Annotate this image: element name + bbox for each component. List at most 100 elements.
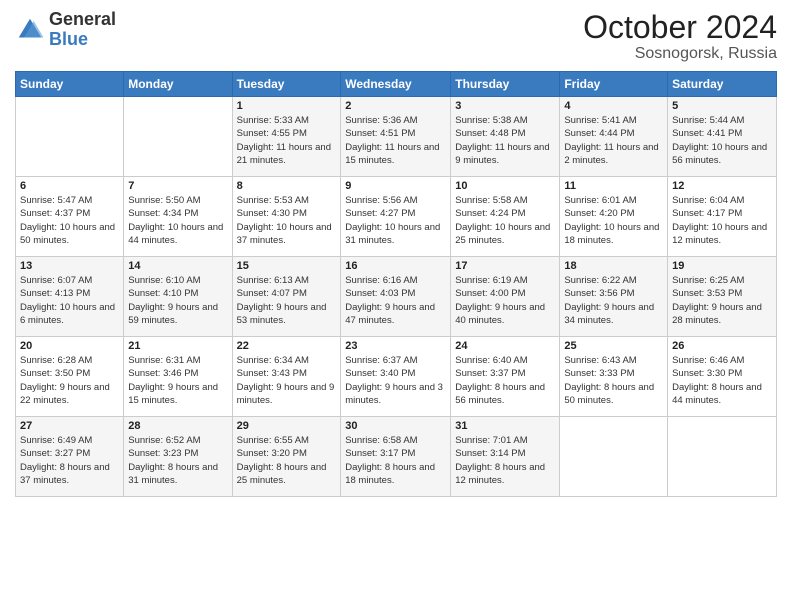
day-cell: 17Sunrise: 6:19 AM Sunset: 4:00 PM Dayli…	[451, 257, 560, 337]
day-number: 16	[345, 260, 446, 272]
header: General Blue October 2024 Sosnogorsk, Ru…	[15, 10, 777, 63]
day-cell: 28 Sunrise: 6:52 AM Sunset: 3:23 PM Dayli…	[124, 417, 232, 497]
week-row-0: 1Sunrise: 5:33 AM Sunset: 4:55 PM Daylig…	[16, 97, 777, 177]
logo: General Blue	[15, 10, 116, 50]
day-number: 15	[237, 260, 337, 272]
week-row-3: 20 Sunrise: 6:28 AM Sunset: 3:50 PM Dayli…	[16, 337, 777, 417]
day-info: Sunrise: 6:16 AM Sunset: 4:03 PM Dayligh…	[345, 274, 446, 327]
day-cell: 11 Sunrise: 6:01 AM Sunset: 4:20 PM Dayli…	[560, 177, 668, 257]
day-cell	[560, 417, 668, 497]
day-info: Sunrise: 6:10 AM Sunset: 4:10 PM Dayligh…	[128, 274, 227, 327]
day-number: 21	[128, 340, 227, 352]
month-title: October 2024	[583, 10, 777, 45]
day-info: Sunrise: 6:58 AM Sunset: 3:17 PM Dayligh…	[345, 434, 446, 487]
day-cell: 3 Sunrise: 5:38 AM Sunset: 4:48 PM Daylig…	[451, 97, 560, 177]
day-info: Sunrise: 6:43 AM Sunset: 3:33 PM Dayligh…	[564, 354, 663, 407]
day-cell	[16, 97, 124, 177]
day-number: 11	[564, 180, 663, 192]
day-cell: 4 Sunrise: 5:41 AM Sunset: 4:44 PM Daylig…	[560, 97, 668, 177]
day-number: 26	[672, 340, 772, 352]
day-cell	[124, 97, 232, 177]
day-number: 29	[237, 420, 337, 432]
day-number: 20	[20, 340, 119, 352]
header-wednesday: Wednesday	[341, 72, 451, 97]
day-cell: 16 Sunrise: 6:16 AM Sunset: 4:03 PM Dayli…	[341, 257, 451, 337]
day-cell: 27Sunrise: 6:49 AM Sunset: 3:27 PM Dayli…	[16, 417, 124, 497]
day-cell: 31 Sunrise: 7:01 AM Sunset: 3:14 PM Dayli…	[451, 417, 560, 497]
day-cell	[668, 417, 777, 497]
day-cell: 2 Sunrise: 5:36 AM Sunset: 4:51 PM Daylig…	[341, 97, 451, 177]
day-number: 4	[564, 100, 663, 112]
day-cell: 25 Sunrise: 6:43 AM Sunset: 3:33 PM Dayli…	[560, 337, 668, 417]
day-info: Sunrise: 5:56 AM Sunset: 4:27 PM Dayligh…	[345, 194, 446, 247]
day-cell: 23Sunrise: 6:37 AM Sunset: 3:40 PM Dayli…	[341, 337, 451, 417]
header-saturday: Saturday	[668, 72, 777, 97]
day-info: Sunrise: 6:37 AM Sunset: 3:40 PM Dayligh…	[345, 354, 446, 407]
day-info: Sunrise: 5:47 AM Sunset: 4:37 PM Dayligh…	[20, 194, 119, 247]
day-cell: 21 Sunrise: 6:31 AM Sunset: 3:46 PM Dayli…	[124, 337, 232, 417]
day-cell: 5 Sunrise: 5:44 AM Sunset: 4:41 PM Daylig…	[668, 97, 777, 177]
day-info: Sunrise: 6:04 AM Sunset: 4:17 PM Dayligh…	[672, 194, 772, 247]
day-info: Sunrise: 6:13 AM Sunset: 4:07 PM Dayligh…	[237, 274, 337, 327]
day-cell: 14 Sunrise: 6:10 AM Sunset: 4:10 PM Dayli…	[124, 257, 232, 337]
day-info: Sunrise: 6:31 AM Sunset: 3:46 PM Dayligh…	[128, 354, 227, 407]
logo-icon	[15, 15, 45, 45]
day-info: Sunrise: 6:55 AM Sunset: 3:20 PM Dayligh…	[237, 434, 337, 487]
day-info: Sunrise: 6:28 AM Sunset: 3:50 PM Dayligh…	[20, 354, 119, 407]
day-number: 12	[672, 180, 772, 192]
day-number: 7	[128, 180, 227, 192]
day-info: Sunrise: 5:41 AM Sunset: 4:44 PM Dayligh…	[564, 114, 663, 167]
day-number: 17	[455, 260, 555, 272]
day-number: 1	[237, 100, 337, 112]
title-block: October 2024 Sosnogorsk, Russia	[583, 10, 777, 63]
day-number: 30	[345, 420, 446, 432]
week-row-4: 27Sunrise: 6:49 AM Sunset: 3:27 PM Dayli…	[16, 417, 777, 497]
day-info: Sunrise: 6:01 AM Sunset: 4:20 PM Dayligh…	[564, 194, 663, 247]
day-number: 24	[455, 340, 555, 352]
day-info: Sunrise: 5:44 AM Sunset: 4:41 PM Dayligh…	[672, 114, 772, 167]
day-info: Sunrise: 6:52 AM Sunset: 3:23 PM Dayligh…	[128, 434, 227, 487]
header-thursday: Thursday	[451, 72, 560, 97]
day-number: 28	[128, 420, 227, 432]
day-info: Sunrise: 6:46 AM Sunset: 3:30 PM Dayligh…	[672, 354, 772, 407]
header-sunday: Sunday	[16, 72, 124, 97]
logo-general: General	[49, 9, 116, 29]
header-friday: Friday	[560, 72, 668, 97]
day-cell: 8Sunrise: 5:53 AM Sunset: 4:30 PM Daylig…	[232, 177, 341, 257]
day-cell: 6 Sunrise: 5:47 AM Sunset: 4:37 PM Daylig…	[16, 177, 124, 257]
day-number: 14	[128, 260, 227, 272]
day-info: Sunrise: 5:58 AM Sunset: 4:24 PM Dayligh…	[455, 194, 555, 247]
day-number: 27	[20, 420, 119, 432]
day-info: Sunrise: 5:36 AM Sunset: 4:51 PM Dayligh…	[345, 114, 446, 167]
day-number: 9	[345, 180, 446, 192]
week-row-2: 13 Sunrise: 6:07 AM Sunset: 4:13 PM Dayli…	[16, 257, 777, 337]
day-info: Sunrise: 7:01 AM Sunset: 3:14 PM Dayligh…	[455, 434, 555, 487]
page: General Blue October 2024 Sosnogorsk, Ru…	[0, 0, 792, 612]
day-number: 25	[564, 340, 663, 352]
week-row-1: 6 Sunrise: 5:47 AM Sunset: 4:37 PM Daylig…	[16, 177, 777, 257]
day-cell: 13 Sunrise: 6:07 AM Sunset: 4:13 PM Dayli…	[16, 257, 124, 337]
header-tuesday: Tuesday	[232, 72, 341, 97]
day-cell: 9 Sunrise: 5:56 AM Sunset: 4:27 PM Daylig…	[341, 177, 451, 257]
calendar-header-row: SundayMondayTuesdayWednesdayThursdayFrid…	[16, 72, 777, 97]
logo-blue: Blue	[49, 29, 88, 49]
day-cell: 12 Sunrise: 6:04 AM Sunset: 4:17 PM Dayli…	[668, 177, 777, 257]
day-cell: 29 Sunrise: 6:55 AM Sunset: 3:20 PM Dayli…	[232, 417, 341, 497]
day-number: 19	[672, 260, 772, 272]
day-cell: 19 Sunrise: 6:25 AM Sunset: 3:53 PM Dayli…	[668, 257, 777, 337]
day-number: 10	[455, 180, 555, 192]
day-number: 6	[20, 180, 119, 192]
location-title: Sosnogorsk, Russia	[583, 45, 777, 63]
day-number: 18	[564, 260, 663, 272]
day-cell: 15 Sunrise: 6:13 AM Sunset: 4:07 PM Dayli…	[232, 257, 341, 337]
day-info: Sunrise: 5:38 AM Sunset: 4:48 PM Dayligh…	[455, 114, 555, 167]
day-number: 31	[455, 420, 555, 432]
day-number: 5	[672, 100, 772, 112]
day-info: Sunrise: 6:07 AM Sunset: 4:13 PM Dayligh…	[20, 274, 119, 327]
day-number: 13	[20, 260, 119, 272]
day-number: 3	[455, 100, 555, 112]
day-cell: 10 Sunrise: 5:58 AM Sunset: 4:24 PM Dayli…	[451, 177, 560, 257]
logo-text: General Blue	[49, 10, 116, 50]
day-number: 2	[345, 100, 446, 112]
day-info: Sunrise: 6:25 AM Sunset: 3:53 PM Dayligh…	[672, 274, 772, 327]
